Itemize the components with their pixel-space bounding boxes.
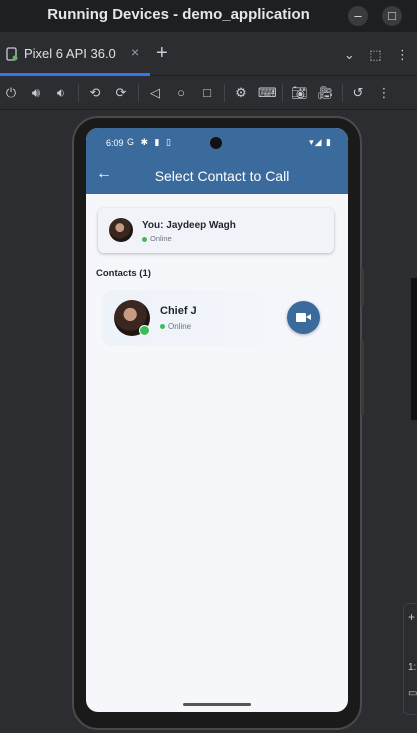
maximize-button[interactable]: □ (382, 6, 402, 26)
online-badge-icon (139, 325, 150, 336)
window-titlebar: Running Devices - demo_application – □ (0, 0, 417, 32)
add-tab-button[interactable]: + (156, 42, 168, 65)
tab-label: Pixel 6 API 36.0 (24, 46, 116, 61)
toolbar-divider (138, 84, 139, 102)
rotate-left-icon[interactable]: ⟲ (87, 85, 103, 101)
front-camera-icon (210, 137, 222, 149)
back-icon[interactable]: ◁ (147, 85, 163, 101)
zoom-ratio-button[interactable]: 1: (408, 662, 416, 673)
app-bar: ← Select Contact to Call (86, 158, 348, 194)
status-text: Online (168, 322, 192, 331)
toolbar-divider (78, 84, 79, 102)
notification-icons: G ✱ ▮ ▯ (127, 137, 173, 147)
online-dot-icon (160, 324, 165, 330)
screen-record-icon[interactable]: 🎥︎ (317, 85, 334, 101)
rotate-right-icon[interactable]: ⟳ (113, 85, 129, 101)
phone-screen: 6:09 G ✱ ▮ ▯ ▾◢ ▮ ← Select Contact to Ca… (86, 128, 348, 712)
window-title: Running Devices - demo_application (47, 6, 310, 23)
fit-screen-icon[interactable]: ▭ (408, 688, 417, 699)
zoom-in-icon[interactable]: + (408, 610, 415, 624)
app-bar-title: Select Contact to Call (154, 168, 290, 184)
contact-status: Online (160, 322, 191, 331)
status-text: Online (150, 234, 172, 243)
current-user-status: Online (142, 234, 172, 243)
device-icon (6, 47, 18, 61)
current-user-name: You: Jaydeep Wagh (142, 220, 236, 231)
avatar (109, 218, 133, 242)
volume-down-icon[interactable]: 🔉︎ (53, 85, 69, 101)
online-dot-icon (142, 236, 147, 242)
second-device-edge (411, 278, 417, 420)
screenshot-camera-icon[interactable]: 📷︎ (291, 85, 308, 101)
overview-icon[interactable]: □ (199, 85, 215, 101)
status-time: 6:09 (106, 138, 124, 148)
reset-icon[interactable]: ↺ (350, 85, 366, 101)
volume-up-icon[interactable]: 🔊︎ (28, 85, 44, 101)
current-user-card: You: Jaydeep Wagh Online (98, 208, 334, 253)
more-options-icon[interactable]: ⋮ (396, 47, 409, 63)
zoom-panel: + 1: ▭ (403, 603, 417, 715)
status-bar: 6:09 G ✱ ▮ ▯ ▾◢ ▮ (86, 128, 348, 158)
toolbar-divider (282, 84, 283, 102)
more-icon[interactable]: ⋮ (376, 85, 392, 101)
contact-name: Chief J (160, 305, 197, 317)
toolbar-divider (342, 84, 343, 102)
video-camera-lens (306, 314, 311, 320)
tab-close-icon[interactable]: × (131, 44, 139, 60)
video-camera-icon (296, 313, 306, 322)
wifi-battery-icons: ▾◢ ▮ (309, 137, 332, 147)
keyboard-icon[interactable]: ⌨ (258, 85, 277, 101)
device-toolbar: ⏻ 🔊︎ 🔉︎ ⟲ ⟳ ◁ ○ □ ⚙ ⌨ 📷︎ 🎥︎ ↺ ⋮ (0, 76, 417, 110)
device-settings-icon[interactable]: ⚙ (233, 85, 249, 101)
gesture-home-bar[interactable] (183, 703, 251, 706)
phone-volume-button (361, 340, 364, 415)
video-call-button[interactable] (287, 301, 320, 334)
phone-side-button (361, 268, 364, 306)
tab-pixel-6[interactable]: Pixel 6 API 36.0 × (0, 32, 150, 76)
contact-item[interactable]: Chief J Online (102, 290, 332, 346)
power-icon[interactable]: ⏻ (3, 85, 19, 101)
home-icon[interactable]: ○ (173, 85, 189, 101)
pin-window-icon[interactable]: ⬚ (369, 47, 381, 63)
device-tabbar: Pixel 6 API 36.0 × + ⌄ ⬚ ⋮ (0, 32, 417, 76)
chevron-down-icon[interactable]: ⌄ (344, 47, 355, 63)
toolbar-divider (224, 84, 225, 102)
contacts-header: Contacts (1) (96, 268, 151, 279)
minimize-button[interactable]: – (348, 6, 368, 26)
